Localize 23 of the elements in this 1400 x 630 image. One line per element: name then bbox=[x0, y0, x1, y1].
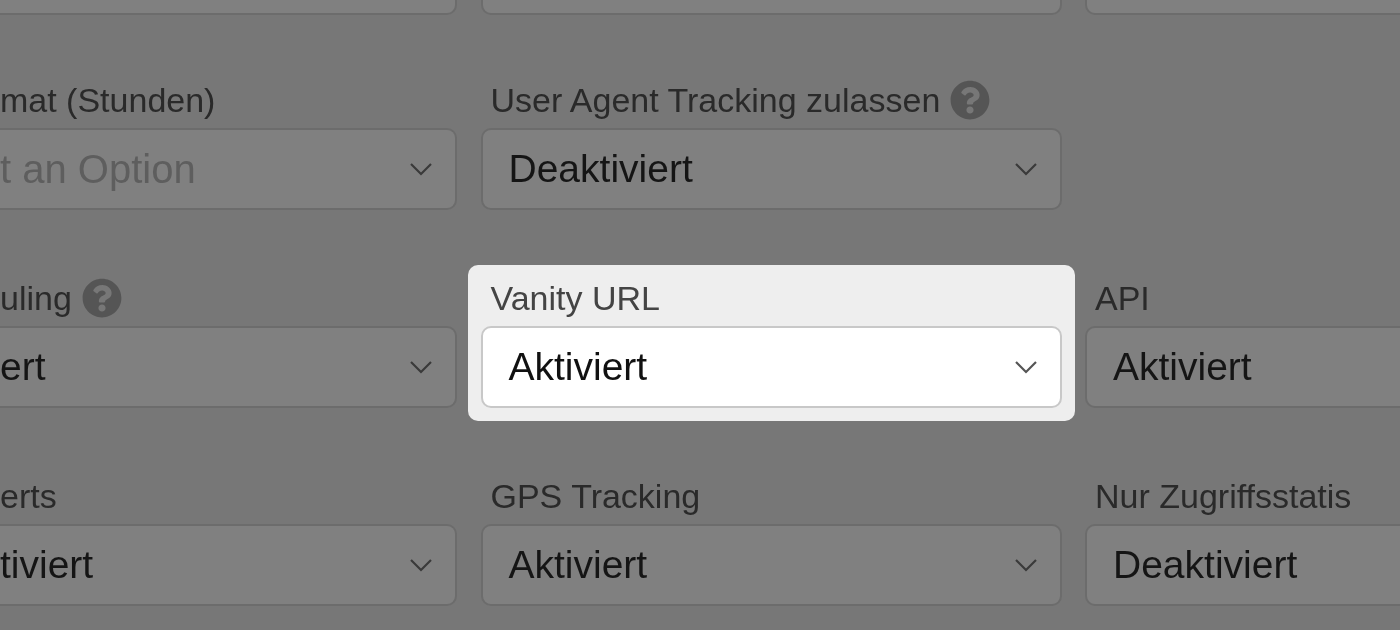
field-label: User Agent Tracking zulassen bbox=[490, 80, 941, 120]
select-field[interactable]: Aktiviert bbox=[480, 524, 1062, 606]
field-label: uling bbox=[0, 278, 72, 318]
select-field[interactable]: Deaktiviert bbox=[1085, 524, 1400, 606]
field-label: erts bbox=[0, 476, 57, 516]
select-field[interactable]: Aktiviert bbox=[1085, 326, 1400, 408]
field-label: Nur Zugriffsstatis bbox=[1095, 476, 1352, 516]
help-icon[interactable] bbox=[81, 278, 122, 318]
chevron-icon bbox=[409, 360, 433, 374]
select-field[interactable]: Aktiviert bbox=[480, 326, 1062, 408]
field-label: API bbox=[1095, 278, 1150, 318]
field-label: mat (Stunden) bbox=[0, 80, 216, 120]
select-field[interactable]: tiviert bbox=[0, 524, 457, 606]
field-label: GPS Tracking bbox=[490, 476, 701, 516]
help-icon[interactable] bbox=[950, 80, 991, 120]
select-field[interactable]: ert bbox=[0, 326, 457, 408]
chevron-icon bbox=[1013, 360, 1038, 374]
select-field[interactable]: Deaktiviert bbox=[480, 128, 1062, 210]
chevron-icon bbox=[1013, 162, 1038, 176]
chevron-icon bbox=[1013, 558, 1038, 572]
chevron-icon bbox=[409, 558, 433, 572]
field-label: Vanity URL bbox=[490, 278, 660, 318]
chevron-icon bbox=[409, 162, 433, 176]
